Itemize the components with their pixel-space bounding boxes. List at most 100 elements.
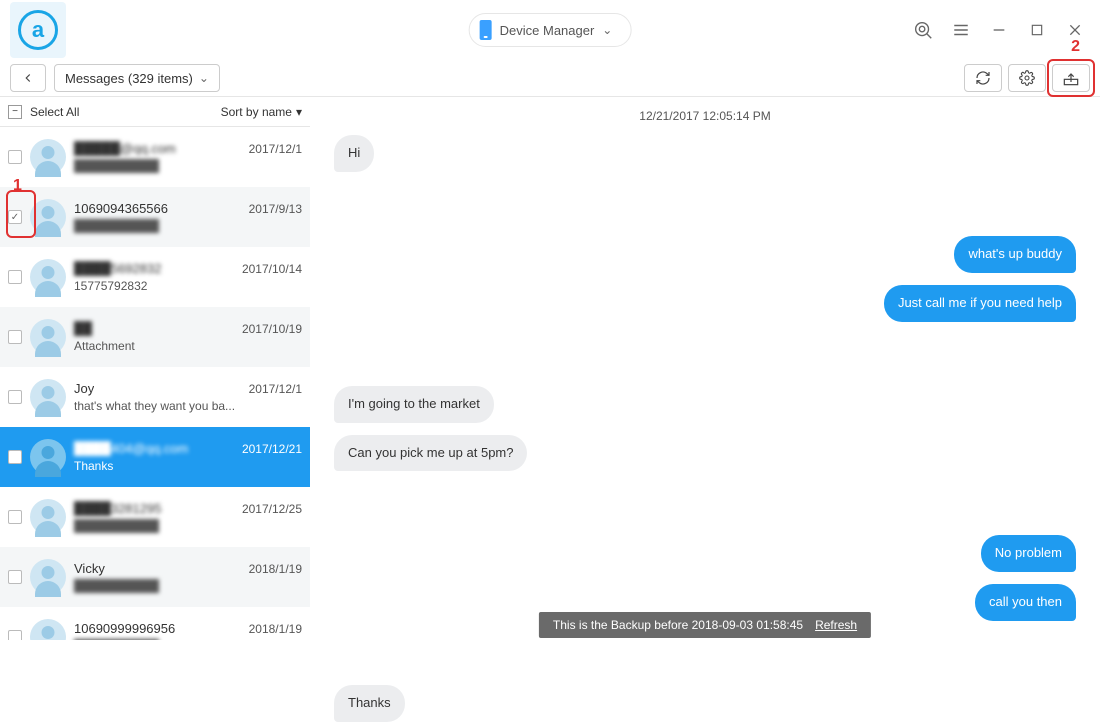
conversation-date: 2017/12/1 (249, 142, 302, 156)
minimize-button[interactable] (984, 15, 1014, 45)
conversation-preview: that's what they want you ba... (74, 399, 302, 413)
sort-dropdown[interactable]: Sort by name ▾ (221, 105, 302, 119)
select-all-label: Select All (30, 105, 79, 119)
conversation-preview: Attachment (74, 339, 302, 353)
conversation-item[interactable]: Vicky2018/1/19██████████ (0, 547, 310, 607)
conversation-date: 2017/9/13 (249, 202, 302, 216)
conversation-date: 2018/1/19 (249, 622, 302, 636)
conversation-name: 1069094365566 (74, 201, 168, 216)
avatar (30, 439, 66, 475)
conversation-date: 2017/10/14 (242, 262, 302, 276)
device-selector[interactable]: Device Manager ⌄ (469, 13, 632, 47)
conversation-name: ██ (74, 321, 92, 336)
window-controls (908, 15, 1090, 45)
conversation-item[interactable]: ██ 2017/10/19 Attachment (0, 307, 310, 367)
backup-refresh-link[interactable]: Refresh (815, 618, 857, 632)
annotation-box-2 (1047, 59, 1095, 97)
conversation-meta: ██ 2017/10/19 Attachment (74, 321, 302, 353)
sort-label: Sort by name (221, 105, 292, 119)
conversation-item[interactable]: ✓10690943655662017/9/13██████████ (0, 187, 310, 247)
chevron-down-icon: ⌄ (602, 23, 612, 37)
conversation-sidebar: − Select All Sort by name ▾ █████@qq.com… (0, 97, 310, 640)
avatar (30, 559, 66, 595)
toolbar: Messages (329 items) ⌄ (0, 60, 1100, 96)
chat-date-header: 12/21/2017 12:05:14 PM (310, 97, 1100, 135)
conversation-date: 2017/12/1 (249, 382, 302, 396)
conversation-date: 2017/12/25 (242, 502, 302, 516)
chevron-down-icon: ⌄ (199, 71, 209, 85)
conversation-name: ████5692832 (74, 261, 161, 276)
conversation-preview: ██████████ (74, 219, 302, 233)
conversation-checkbox[interactable] (8, 570, 22, 584)
conversation-meta: Vicky2018/1/19██████████ (74, 561, 302, 593)
annotation-box-1 (6, 190, 36, 238)
conversation-preview: ██████████ (74, 519, 302, 533)
chat-pane: 12/21/2017 12:05:14 PM Hi what's up buddy… (310, 97, 1100, 640)
conversation-name: ████3281295 (74, 501, 161, 516)
conversation-meta: 106909999969562018/1/19██████████ (74, 621, 302, 640)
breadcrumb-label: Messages (329 items) (65, 71, 193, 86)
title-bar: a Device Manager ⌄ 2 (0, 0, 1100, 60)
conversation-checkbox[interactable] (8, 270, 22, 284)
conversation-item[interactable]: ████404@qq.com 2017/12/21 Thanks (0, 427, 310, 487)
conversation-checkbox[interactable] (8, 390, 22, 404)
conversation-checkbox[interactable] (8, 330, 22, 344)
conversation-list[interactable]: █████@qq.com2017/12/1██████████✓10690943… (0, 127, 310, 640)
app-logo-glyph: a (18, 10, 58, 50)
annotation-2: 2 (1071, 38, 1080, 56)
refresh-button[interactable] (964, 64, 1002, 92)
conversation-name: █████@qq.com (74, 141, 176, 156)
conversation-checkbox[interactable] (8, 630, 22, 640)
conversation-item[interactable]: █████@qq.com 2017/12/1 ██████████ (0, 127, 310, 187)
conversation-meta: ████3281295 2017/12/25 ██████████ (74, 501, 302, 533)
phone-icon (480, 20, 492, 40)
conversation-preview: Thanks (74, 459, 302, 473)
conversation-preview: ██████████ (74, 159, 302, 173)
conversation-item[interactable]: Joy 2017/12/1 that's what they want you ba… (0, 367, 310, 427)
conversation-item[interactable]: ████3281295 2017/12/25 ██████████ (0, 487, 310, 547)
conversation-meta: ████5692832 2017/10/14 15775792832 (74, 261, 302, 293)
conversation-checkbox[interactable] (8, 450, 22, 464)
avatar (30, 259, 66, 295)
message-outgoing: No problem (981, 535, 1076, 572)
message-outgoing: call you then (975, 584, 1076, 621)
conversation-checkbox[interactable] (8, 510, 22, 524)
conversation-meta: Joy 2017/12/1 that's what they want you ba… (74, 381, 302, 413)
backup-info-bar: This is the Backup before 2018-09-03 01:… (539, 612, 871, 638)
conversation-preview: ██████████ (74, 579, 302, 593)
conversation-meta: ████404@qq.com 2017/12/21 Thanks (74, 441, 302, 473)
search-icon[interactable] (908, 15, 938, 45)
menu-icon[interactable] (946, 15, 976, 45)
message-outgoing: what's up buddy (954, 236, 1076, 273)
back-button[interactable] (10, 64, 46, 92)
settings-button[interactable] (1008, 64, 1046, 92)
caret-down-icon: ▾ (296, 105, 302, 119)
conversation-name: Joy (74, 381, 94, 396)
message-incoming: Can you pick me up at 5pm? (334, 435, 527, 472)
conversation-date: 2017/10/19 (242, 322, 302, 336)
conversation-checkbox[interactable] (8, 150, 22, 164)
conversation-meta: 1069094365566 2017/9/13 ██████████ (74, 201, 302, 233)
conversation-name: Vicky (74, 561, 105, 576)
conversation-item[interactable]: 106909999969562018/1/19██████████ (0, 607, 310, 640)
message-incoming: Thanks (334, 685, 405, 722)
select-all-checkbox[interactable]: − (8, 105, 22, 119)
conversation-name: ████404@qq.com (74, 441, 188, 456)
message-incoming: I'm going to the market (334, 386, 494, 423)
avatar (30, 619, 66, 640)
device-label: Device Manager (500, 23, 595, 38)
breadcrumb-messages[interactable]: Messages (329 items) ⌄ (54, 64, 220, 92)
conversation-date: 2017/12/21 (242, 442, 302, 456)
content-columns: − Select All Sort by name ▾ █████@qq.com… (0, 96, 1100, 640)
conversation-item[interactable]: ████5692832 2017/10/14 15775792832 (0, 247, 310, 307)
conversation-name: 10690999996956 (74, 621, 175, 636)
message-outgoing: Just call me if you need help (884, 285, 1076, 322)
maximize-button[interactable] (1022, 15, 1052, 45)
avatar (30, 319, 66, 355)
toolbar-right (964, 64, 1090, 92)
message-incoming: Hi (334, 135, 374, 172)
backup-text: This is the Backup before 2018-09-03 01:… (553, 618, 803, 632)
avatar (30, 139, 66, 175)
export-button[interactable] (1052, 64, 1090, 92)
conversation-preview: 15775792832 (74, 279, 302, 293)
